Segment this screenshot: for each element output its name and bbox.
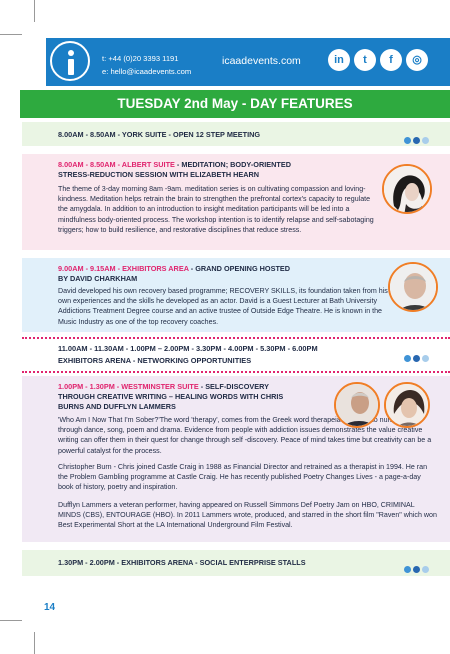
day-title: TUESDAY 2nd May - DAY FEATURES: [20, 90, 450, 118]
instagram-icon[interactable]: ◎: [406, 49, 428, 71]
crop-mark: [34, 0, 35, 22]
facebook-icon[interactable]: f: [380, 49, 402, 71]
speaker-bio-christopher-burn: Christopher Burn - Chris joined Castle C…: [58, 463, 428, 492]
portrait-illustration: [384, 166, 430, 212]
event-heading: 8.00AM - 8.50AM - ALBERT SUITE - MEDITAT…: [58, 160, 374, 180]
bullet-dots: [404, 560, 431, 578]
event-description: 'Who Am I Now That I'm Sober?'The word '…: [58, 416, 432, 455]
portrait-illustration: [390, 264, 436, 310]
crop-mark: [0, 34, 22, 35]
page-number: 14: [44, 602, 56, 613]
speaker-photo-elizabeth-hearn: [382, 164, 432, 214]
event-westminster-suite: 1.00PM - 1.30PM - WESTMINSTER SUITE - SE…: [22, 376, 450, 542]
event-description: David developed his own recovery based p…: [58, 287, 388, 326]
networking-title: EXHIBITORS ARENA - NETWORKING OPPORTUNIT…: [58, 356, 252, 365]
website-link[interactable]: icaadevents.com: [222, 55, 301, 67]
separator-line: [22, 337, 450, 339]
event-title: - GRAND OPENING HOSTED: [188, 264, 291, 273]
info-icon: [50, 41, 90, 81]
event-title-cont: BURNS AND DUFFLYN LAMMERS: [58, 402, 176, 411]
speaker-bio-dufflyn-lammers: Dufflyn Lammers a veteran performer, hav…: [58, 501, 437, 530]
linkedin-icon[interactable]: in: [328, 49, 350, 71]
crop-mark: [34, 632, 35, 654]
event-title: - MEDITATION; BODY-ORIENTED: [174, 160, 291, 169]
speaker-photo-chris-burns: [334, 382, 380, 428]
twitter-icon[interactable]: t: [354, 49, 376, 71]
email-address[interactable]: e: hello@icaadevents.com: [102, 65, 191, 78]
speaker-photo-david-charkham: [388, 262, 438, 312]
event-albert-suite: 8.00AM - 8.50AM - ALBERT SUITE - MEDITAT…: [22, 154, 450, 250]
bullet-dots: [404, 349, 431, 367]
event-time: 9.00AM - 9.15AM - EXHIBITORS AREA: [58, 264, 189, 273]
separator-line: [22, 371, 450, 373]
event-york-suite: 8.00AM - 8.50AM - YORK SUITE - OPEN 12 S…: [22, 122, 450, 146]
event-title: - SELF-DISCOVERY: [198, 382, 269, 391]
bullet-dots: [404, 131, 431, 149]
speaker-photo-dufflyn-lammers: [384, 382, 430, 428]
event-social-enterprise: 1.30PM - 2.00PM - EXHIBITORS ARENA - SOC…: [22, 550, 450, 576]
event-title-cont: THROUGH CREATIVE WRITING – HEALING WORDS…: [58, 392, 284, 401]
contact-details: t: +44 (0)20 3393 1191 e: hello@icaadeve…: [102, 52, 191, 78]
networking-times: 11.00AM - 11.30AM - 1.00PM – 2.00PM - 3.…: [58, 344, 318, 353]
phone-number: t: +44 (0)20 3393 1191: [102, 54, 179, 63]
event-title-cont: STRESS-REDUCTION SESSION WITH ELIZABETH …: [58, 170, 260, 179]
event-title: 8.00AM - 8.50AM - YORK SUITE - OPEN 12 S…: [58, 130, 261, 139]
event-time: 8.00AM - 8.50AM - ALBERT SUITE: [58, 160, 175, 169]
event-description: The theme of 3-day morning 8am -9am. med…: [58, 185, 374, 234]
event-heading: 1.00PM - 1.30PM - WESTMINSTER SUITE - SE…: [58, 382, 348, 412]
event-exhibitors-opening: 9.00AM - 9.15AM - EXHIBITORS AREA - GRAN…: [22, 258, 450, 332]
event-title-cont: BY DAVID CHARKHAM: [58, 274, 138, 283]
event-time: 1.00PM - 1.30PM - WESTMINSTER SUITE: [58, 382, 199, 391]
event-heading: 9.00AM - 9.15AM - EXHIBITORS AREA - GRAN…: [58, 264, 374, 284]
brochure-page: t: +44 (0)20 3393 1191 e: hello@icaadeve…: [0, 0, 450, 654]
crop-mark: [0, 620, 22, 621]
event-title: 1.30PM - 2.00PM - EXHIBITORS ARENA - SOC…: [58, 558, 306, 567]
